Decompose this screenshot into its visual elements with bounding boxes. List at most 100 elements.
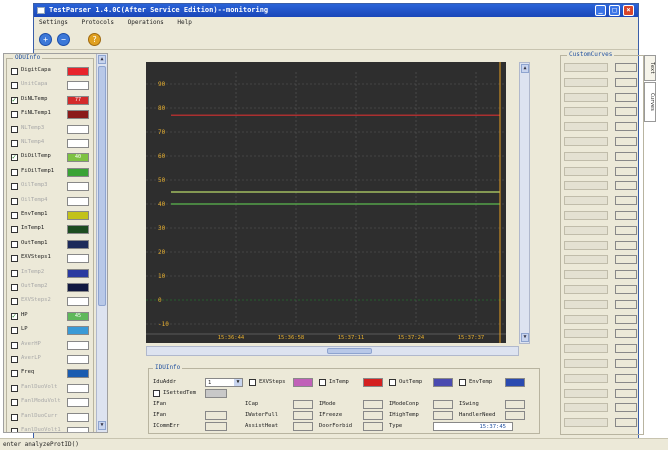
chart-horizontal-scrollbar[interactable] — [146, 346, 519, 356]
odu-item-checkbox[interactable] — [11, 240, 18, 248]
odu-item-checkbox[interactable] — [11, 327, 18, 335]
odu-item-checkbox[interactable] — [11, 341, 18, 349]
custom-curve-name-field[interactable] — [564, 92, 608, 102]
odu-item[interactable]: OutTemp1 — [11, 239, 95, 250]
odu-item-checkbox[interactable] — [11, 413, 18, 421]
custom-curve-name-field[interactable] — [564, 63, 608, 72]
zoom-out-icon[interactable]: − — [57, 33, 70, 46]
scroll-down-icon[interactable]: ▼ — [98, 421, 106, 430]
odu-item-checkbox[interactable] — [11, 111, 18, 119]
custom-curve-name-field[interactable] — [564, 107, 608, 117]
custom-curve-name-field[interactable] — [564, 314, 608, 324]
odu-item-checkbox[interactable] — [11, 312, 18, 320]
odu-item-checkbox[interactable] — [11, 226, 18, 234]
odu-item-checkbox[interactable] — [11, 269, 18, 277]
odu-item[interactable]: HP 45 — [11, 311, 95, 322]
custom-curve-name-field[interactable] — [564, 388, 608, 398]
menu-operations[interactable]: Operations — [128, 19, 164, 26]
custom-curve-name-field[interactable] — [564, 418, 608, 428]
odu-item[interactable]: EXVSteps1 — [11, 253, 95, 264]
odu-item[interactable]: DigitCapa — [11, 66, 95, 77]
tab-text[interactable]: Text — [644, 55, 656, 81]
odu-item-checkbox[interactable] — [11, 197, 18, 205]
odu-item-checkbox[interactable] — [11, 428, 18, 432]
custom-curve-name-field[interactable] — [564, 270, 608, 280]
odu-item-checkbox[interactable] — [11, 96, 18, 104]
odu-item[interactable]: AverHP — [11, 340, 95, 351]
odu-item[interactable]: FanlDuoCurr — [11, 412, 95, 423]
custom-curve-name-field[interactable] — [564, 403, 608, 413]
odu-item[interactable]: InTemp2 — [11, 268, 95, 279]
odu-item-checkbox[interactable] — [11, 125, 18, 133]
custom-curve-name-field[interactable] — [564, 122, 608, 132]
tab-curves[interactable]: Curves — [644, 82, 656, 122]
odu-item-checkbox[interactable] — [11, 82, 18, 90]
custom-curve-name-field[interactable] — [564, 151, 608, 161]
odu-item-checkbox[interactable] — [11, 212, 18, 219]
custom-curve-name-field[interactable] — [564, 225, 608, 235]
odu-item[interactable]: FanlDuoVolt1 — [11, 426, 95, 432]
odu-item[interactable]: FanlModuVolt — [11, 397, 95, 408]
vscroll-up-icon[interactable]: ▲ — [521, 64, 529, 73]
chart-vertical-scrollbar[interactable]: ▲ ▼ — [519, 62, 530, 344]
menu-protocols[interactable]: Protocols — [82, 19, 115, 26]
odu-item[interactable]: Freq — [11, 368, 95, 379]
hscroll-thumb[interactable] — [327, 348, 372, 354]
menu-settings[interactable]: Settings — [39, 19, 68, 26]
minimize-button[interactable]: _ — [595, 5, 606, 16]
odu-item[interactable]: EXVSteps2 — [11, 296, 95, 307]
custom-curve-name-field[interactable] — [564, 181, 608, 191]
custom-curve-name-field[interactable] — [564, 285, 608, 294]
custom-curve-name-field[interactable] — [564, 211, 608, 220]
odu-item-checkbox[interactable] — [11, 384, 18, 392]
check-exvsteps[interactable] — [249, 379, 256, 386]
custom-curve-name-field[interactable] — [564, 240, 608, 250]
check-intemp[interactable] — [319, 379, 326, 386]
odu-item-checkbox[interactable] — [11, 255, 18, 263]
odu-item[interactable]: InTemp1 — [11, 224, 95, 235]
custom-curve-name-field[interactable] — [564, 344, 608, 354]
odu-item-checkbox[interactable] — [11, 399, 18, 407]
odu-item-checkbox[interactable] — [11, 298, 18, 306]
scroll-up-icon[interactable]: ▲ — [98, 55, 106, 64]
custom-curve-name-field[interactable] — [564, 196, 608, 206]
odu-item[interactable]: OilTemp4 — [11, 196, 95, 207]
monitoring-chart[interactable]: -10 0 10 20 30 40 50 60 70 80 90 15:36:44 15:36:58 15… — [146, 62, 506, 343]
odu-item[interactable]: LP — [11, 325, 95, 336]
menu-help[interactable]: Help — [177, 19, 191, 26]
custom-curve-name-field[interactable] — [564, 359, 608, 368]
odu-item[interactable]: OilTemp3 — [11, 181, 95, 192]
odu-item[interactable]: NLTemp3 — [11, 124, 95, 135]
custom-curve-name-field[interactable] — [564, 166, 608, 176]
help-icon[interactable]: ? — [88, 33, 101, 46]
odu-item-checkbox[interactable] — [11, 168, 18, 176]
scroll-thumb[interactable] — [98, 66, 106, 306]
custom-curve-name-field[interactable] — [564, 373, 608, 383]
odu-item-checkbox[interactable] — [11, 153, 18, 162]
odu-item[interactable]: UnitCapa — [11, 80, 95, 91]
odu-item[interactable]: DiOilTemp 40 — [11, 152, 95, 163]
odu-item[interactable]: FanlDuoVolt — [11, 383, 95, 394]
close-button[interactable]: × — [623, 5, 634, 16]
check-outtemp[interactable] — [389, 379, 396, 386]
chevron-down-icon[interactable]: ▼ — [234, 379, 242, 386]
odu-item-checkbox[interactable] — [11, 183, 18, 191]
custom-curve-name-field[interactable] — [564, 299, 608, 309]
check-envtemp[interactable] — [459, 379, 466, 386]
zoom-in-icon[interactable]: + — [39, 33, 52, 46]
odu-scrollbar[interactable]: ▲ ▼ — [96, 54, 107, 432]
check-settedtemp[interactable] — [153, 390, 160, 397]
odu-item[interactable]: FiNLTemp1 — [11, 109, 95, 120]
odu-item-checkbox[interactable] — [11, 370, 18, 378]
odu-item-checkbox[interactable] — [11, 356, 18, 363]
maximize-button[interactable]: □ — [609, 5, 620, 16]
idu-addr-select[interactable]: 1 ▼ — [205, 378, 243, 387]
odu-item[interactable]: EnvTemp1 — [11, 210, 95, 221]
odu-item[interactable]: DiNLTemp 77 — [11, 95, 95, 106]
odu-item-checkbox[interactable] — [11, 68, 18, 75]
custom-curve-name-field[interactable] — [564, 137, 608, 146]
odu-item[interactable]: OutTemp2 — [11, 282, 95, 293]
vscroll-down-icon[interactable]: ▼ — [521, 333, 529, 342]
custom-curve-name-field[interactable] — [564, 77, 608, 87]
custom-curve-name-field[interactable] — [564, 255, 608, 265]
